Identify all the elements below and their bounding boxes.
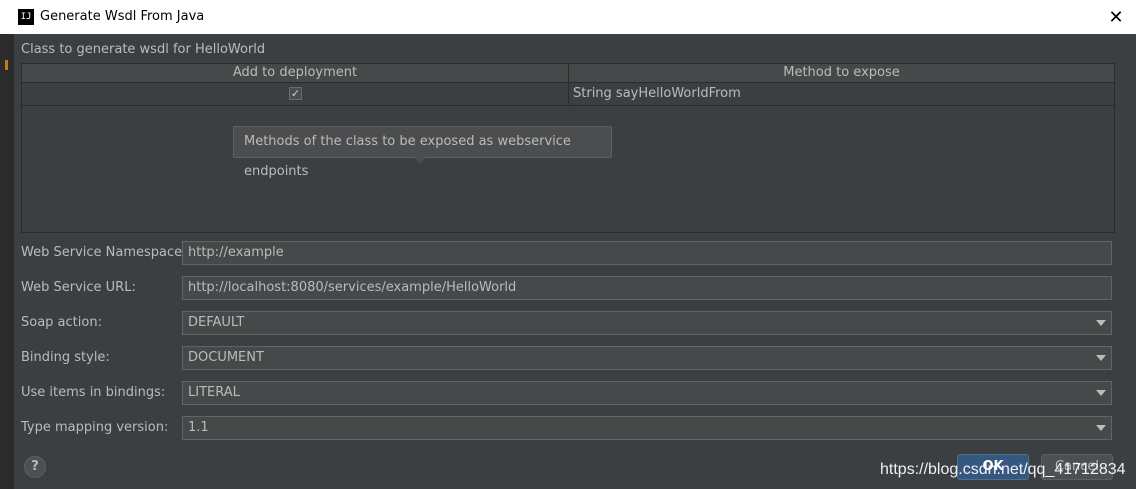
tooltip-text: Methods of the class to be exposed as we… (244, 134, 571, 179)
service-url-label: Web Service URL: (21, 280, 136, 295)
background-editor-strip (0, 34, 14, 489)
tooltip-pointer (414, 157, 426, 164)
type-mapping-label: Type mapping version: (21, 420, 169, 435)
table-row[interactable]: ✓ String sayHelloWorldFrom (22, 83, 1114, 106)
help-button[interactable]: ? (24, 456, 46, 478)
method-cell[interactable]: String sayHelloWorldFrom (573, 83, 1113, 105)
binding-style-value: DOCUMENT (188, 350, 264, 365)
table-header: Add to deployment Method to expose (22, 64, 1114, 83)
add-to-deployment-checkbox[interactable]: ✓ (289, 87, 302, 100)
binding-style-select[interactable]: DOCUMENT (182, 346, 1112, 370)
title-bar: IJ Generate Wsdl From Java ✕ (0, 0, 1136, 34)
chevron-down-icon (1096, 425, 1106, 431)
chevron-down-icon (1096, 320, 1106, 326)
namespace-input[interactable]: http://example (182, 241, 1112, 265)
namespace-label: Web Service Namespace: (21, 245, 187, 260)
binding-style-label: Binding style: (21, 350, 110, 365)
type-mapping-value: 1.1 (188, 420, 209, 435)
column-header-add-to-deployment[interactable]: Add to deployment (22, 64, 569, 82)
methods-table[interactable]: Add to deployment Method to expose ✓ Str… (21, 63, 1115, 233)
column-header-method-to-expose[interactable]: Method to expose (569, 64, 1114, 82)
class-label: Class to generate wsdl for HelloWorld (21, 42, 266, 57)
add-to-deployment-cell[interactable]: ✓ (22, 83, 569, 105)
service-url-input[interactable]: http://localhost:8080/services/example/H… (182, 276, 1112, 300)
intellij-icon: IJ (18, 9, 34, 25)
soap-action-value: DEFAULT (188, 315, 245, 330)
editor-marker (5, 60, 8, 70)
chevron-down-icon (1096, 355, 1106, 361)
use-items-value: LITERAL (188, 385, 240, 400)
window-title: Generate Wsdl From Java (40, 9, 205, 24)
chevron-down-icon (1096, 390, 1106, 396)
use-items-select[interactable]: LITERAL (182, 381, 1112, 405)
tooltip: Methods of the class to be exposed as we… (233, 126, 612, 179)
use-items-label: Use items in bindings: (21, 385, 166, 400)
close-icon[interactable]: ✕ (1104, 5, 1128, 29)
watermark: https://blog.csdn.net/qq_41712834 (880, 461, 1126, 478)
soap-action-select[interactable]: DEFAULT (182, 311, 1112, 335)
soap-action-label: Soap action: (21, 315, 102, 330)
type-mapping-select[interactable]: 1.1 (182, 416, 1112, 440)
